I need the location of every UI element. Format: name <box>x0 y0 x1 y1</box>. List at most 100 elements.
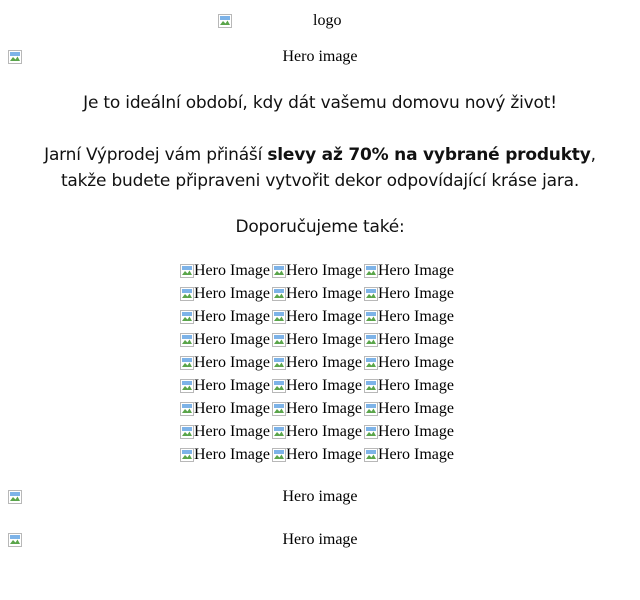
product-image[interactable]: Hero Image <box>272 377 362 395</box>
product-image-alt: Hero Image <box>286 400 362 417</box>
broken-image-icon <box>180 379 194 393</box>
product-row: Hero Image Hero Image Hero Image <box>180 308 480 330</box>
product-image[interactable]: Hero Image <box>272 308 362 326</box>
product-image[interactable]: Hero Image <box>180 354 270 372</box>
product-image-alt: Hero Image <box>378 262 454 279</box>
broken-image-icon <box>272 402 286 416</box>
hero-image-top-alt: Hero image <box>282 48 358 65</box>
product-image-alt: Hero Image <box>194 377 270 394</box>
product-image[interactable]: Hero Image <box>272 446 362 464</box>
product-image[interactable]: Hero Image <box>364 423 454 441</box>
broken-image-icon <box>272 310 286 324</box>
broken-image-icon <box>364 287 378 301</box>
hero-image-top[interactable]: Hero image <box>8 48 632 65</box>
product-image[interactable]: Hero Image <box>180 446 270 464</box>
logo-alt-text: logo <box>313 12 342 29</box>
broken-image-icon <box>180 425 194 439</box>
product-image-alt: Hero Image <box>378 331 454 348</box>
product-row: Hero Image Hero Image Hero Image <box>180 354 480 376</box>
broken-image-icon <box>272 333 286 347</box>
product-image[interactable]: Hero Image <box>180 285 270 303</box>
product-image-alt: Hero Image <box>194 308 270 325</box>
discount-highlight: slevy až 70% na vybrané produkty <box>267 145 591 165</box>
product-image[interactable]: Hero Image <box>272 285 362 303</box>
product-image[interactable]: Hero Image <box>272 423 362 441</box>
broken-image-icon <box>180 287 194 301</box>
hero-image-bottom-2[interactable]: Hero image <box>8 531 632 548</box>
broken-image-icon <box>364 425 378 439</box>
broken-image-icon <box>272 448 286 462</box>
product-image-alt: Hero Image <box>194 285 270 302</box>
product-image-alt: Hero Image <box>194 354 270 371</box>
broken-image-icon <box>364 310 378 324</box>
product-image[interactable]: Hero Image <box>364 262 454 280</box>
product-image-alt: Hero Image <box>286 377 362 394</box>
product-row: Hero Image Hero Image Hero Image <box>180 331 480 353</box>
broken-image-icon <box>180 448 194 462</box>
product-image-alt: Hero Image <box>194 262 270 279</box>
product-image[interactable]: Hero Image <box>180 331 270 349</box>
product-image[interactable]: Hero Image <box>272 400 362 418</box>
intro-line-1: Je to ideální období, kdy dát vašemu dom… <box>83 93 557 113</box>
product-image-alt: Hero Image <box>286 354 362 371</box>
broken-image-icon <box>364 333 378 347</box>
product-image[interactable]: Hero Image <box>364 400 454 418</box>
logo-image[interactable]: logo <box>218 12 341 30</box>
product-row: Hero Image Hero Image Hero Image <box>180 446 480 468</box>
product-image[interactable]: Hero Image <box>272 331 362 349</box>
intro-paragraph: Jarní Výprodej vám přináší slevy až 70% … <box>0 145 640 165</box>
broken-image-icon <box>364 379 378 393</box>
intro-line-2-suffix: , <box>590 145 596 165</box>
broken-image-icon <box>180 356 194 370</box>
hero-image-bottom-1-alt: Hero image <box>282 488 358 505</box>
broken-image-icon <box>272 264 286 278</box>
product-image[interactable]: Hero Image <box>272 262 362 280</box>
product-image[interactable]: Hero Image <box>180 423 270 441</box>
product-image-alt: Hero Image <box>378 354 454 371</box>
product-image[interactable]: Hero Image <box>364 354 454 372</box>
product-row: Hero Image Hero Image Hero Image <box>180 400 480 422</box>
product-image[interactable]: Hero Image <box>364 446 454 464</box>
product-row: Hero Image Hero Image Hero Image <box>180 262 480 284</box>
product-image-alt: Hero Image <box>286 262 362 279</box>
intro-line-3: takže budete připraveni vytvořit dekor o… <box>60 171 580 191</box>
product-image[interactable]: Hero Image <box>180 400 270 418</box>
intro-line-2-prefix: Jarní Výprodej vám přináší <box>44 145 268 165</box>
product-image[interactable]: Hero Image <box>180 262 270 280</box>
product-image[interactable]: Hero Image <box>364 331 454 349</box>
product-image[interactable]: Hero Image <box>364 377 454 395</box>
broken-image-icon <box>364 264 378 278</box>
product-image[interactable]: Hero Image <box>364 285 454 303</box>
product-image[interactable]: Hero Image <box>180 308 270 326</box>
product-image[interactable]: Hero Image <box>364 308 454 326</box>
product-image-alt: Hero Image <box>286 446 362 463</box>
product-image-alt: Hero Image <box>378 308 454 325</box>
product-image-alt: Hero Image <box>378 400 454 417</box>
product-row: Hero Image Hero Image Hero Image <box>180 285 480 307</box>
product-image-alt: Hero Image <box>378 423 454 440</box>
product-image-alt: Hero Image <box>286 308 362 325</box>
broken-image-icon <box>364 356 378 370</box>
product-image[interactable]: Hero Image <box>180 377 270 395</box>
broken-image-icon <box>180 310 194 324</box>
product-image-alt: Hero Image <box>286 423 362 440</box>
product-image[interactable]: Hero Image <box>272 354 362 372</box>
product-image-alt: Hero Image <box>286 285 362 302</box>
broken-image-icon <box>364 402 378 416</box>
broken-image-icon <box>180 333 194 347</box>
product-image-alt: Hero Image <box>378 446 454 463</box>
recommend-heading: Doporučujeme také: <box>235 217 405 237</box>
broken-image-icon <box>272 379 286 393</box>
broken-image-icon <box>180 402 194 416</box>
broken-image-icon <box>272 425 286 439</box>
broken-image-icon <box>180 264 194 278</box>
product-image-alt: Hero Image <box>194 331 270 348</box>
product-image-alt: Hero Image <box>378 377 454 394</box>
product-row: Hero Image Hero Image Hero Image <box>180 423 480 445</box>
hero-image-bottom-1[interactable]: Hero image <box>8 488 632 505</box>
product-image-alt: Hero Image <box>194 423 270 440</box>
broken-image-icon <box>364 448 378 462</box>
hero-image-bottom-2-alt: Hero image <box>282 531 358 548</box>
broken-image-icon <box>218 14 232 28</box>
product-image-alt: Hero Image <box>286 331 362 348</box>
